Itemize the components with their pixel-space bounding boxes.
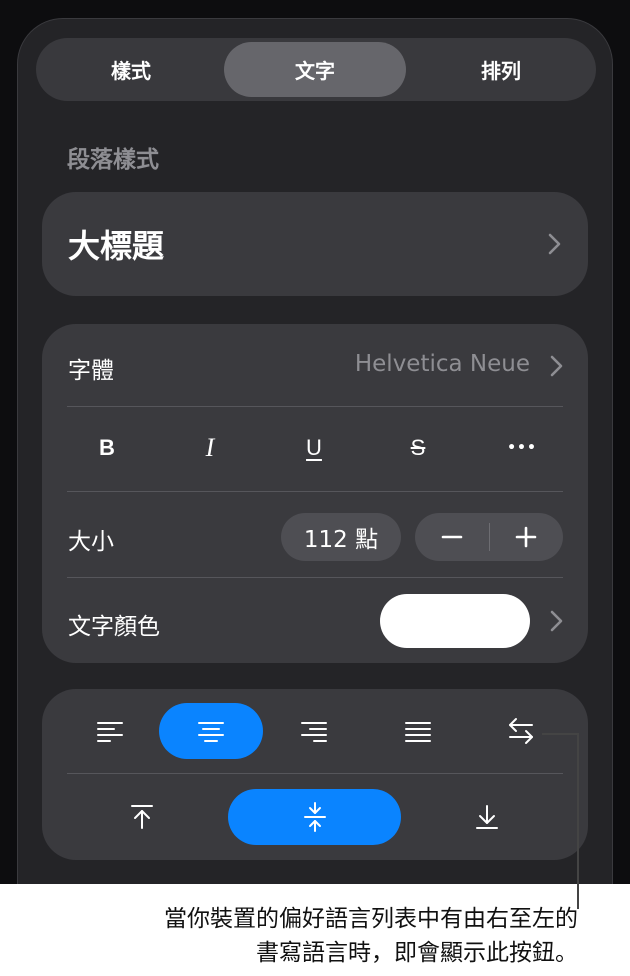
justify-button[interactable] <box>398 703 438 759</box>
text-color-label: 文字顏色 <box>68 614 160 640</box>
chevron-right-icon <box>546 353 566 379</box>
underline-button[interactable]: U <box>294 428 334 468</box>
chevron-right-icon <box>544 231 564 257</box>
text-color-swatch[interactable] <box>380 594 530 648</box>
align-middle-icon <box>303 802 326 832</box>
right-to-left-icon <box>509 718 533 744</box>
tab-style[interactable]: 樣式 <box>40 42 222 97</box>
paragraph-style-button[interactable]: 大標題 <box>42 192 588 296</box>
align-right-icon <box>301 722 327 742</box>
decrease-size-button[interactable] <box>415 513 489 561</box>
divider <box>67 406 563 407</box>
align-center-button[interactable] <box>159 703 263 759</box>
callout-leader-line <box>577 733 579 909</box>
paragraph-style-value: 大標題 <box>68 227 165 265</box>
callout-text-line-2: 書寫語言時，即會顯示此按鈕。 <box>256 940 578 966</box>
font-settings-card: 字體 Helvetica Neue B I U S ••• 大小 112 點 文… <box>42 324 588 663</box>
size-stepper <box>415 513 563 561</box>
size-label: 大小 <box>68 529 114 555</box>
format-tabs: 樣式 文字 排列 <box>36 38 596 101</box>
minus-icon <box>441 535 463 539</box>
strikethrough-button[interactable]: S <box>398 428 438 468</box>
tab-text[interactable]: 文字 <box>224 42 406 97</box>
alignment-card <box>42 689 588 860</box>
bold-button[interactable]: B <box>87 428 127 468</box>
more-options-button[interactable]: ••• <box>502 428 542 468</box>
paragraph-style-heading: 段落樣式 <box>67 147 159 173</box>
align-middle-button[interactable] <box>228 789 401 845</box>
tab-arrange[interactable]: 排列 <box>410 42 592 97</box>
font-row[interactable]: 字體 Helvetica Neue <box>42 324 588 406</box>
plus-icon <box>515 526 537 548</box>
italic-button[interactable]: I <box>190 428 230 468</box>
justify-icon <box>405 722 431 742</box>
divider <box>67 773 563 774</box>
align-top-button[interactable] <box>122 789 162 845</box>
divider <box>67 491 563 492</box>
right-to-left-button[interactable] <box>501 703 541 759</box>
align-left-button[interactable] <box>90 703 130 759</box>
align-left-icon <box>97 722 123 742</box>
align-right-button[interactable] <box>294 703 334 759</box>
size-value-field[interactable]: 112 點 <box>281 513 401 561</box>
increase-size-button[interactable] <box>489 513 563 561</box>
chevron-right-icon <box>546 608 566 634</box>
callout-leader-line <box>542 733 578 735</box>
align-center-icon <box>198 722 224 742</box>
align-bottom-button[interactable] <box>467 789 507 845</box>
align-top-icon <box>131 805 153 829</box>
callout-text-line-1: 當你裝置的偏好語言列表中有由右至左的 <box>164 906 578 932</box>
font-value: Helvetica Neue <box>354 351 530 377</box>
align-bottom-icon <box>476 805 498 829</box>
font-label: 字體 <box>68 358 114 384</box>
